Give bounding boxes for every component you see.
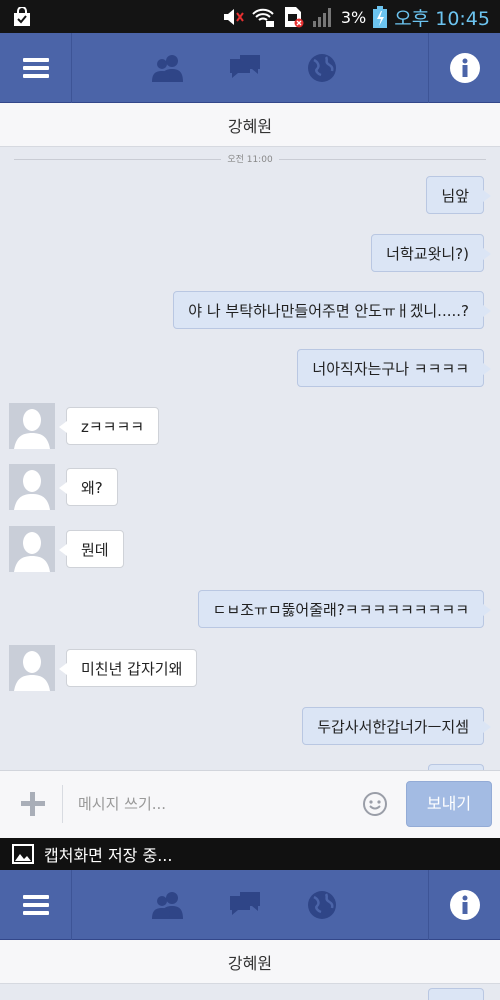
default-profile-icon [9,526,55,572]
hamburger-icon [22,895,49,915]
message-input[interactable] [66,785,356,823]
message-bubble-sent[interactable]: 야 나 부탁하나만들어주면 안도ㅠㅐ겠니.....? [173,291,491,329]
signal-icon [312,8,331,27]
friends-tab[interactable] [150,51,186,85]
globe-icon [308,54,336,82]
composer-divider [62,785,63,823]
default-profile-icon [9,645,55,691]
add-attachment-icon[interactable] [18,789,48,819]
sim-error-icon [284,7,304,28]
messages-tab[interactable] [227,888,263,922]
message-bubble-received[interactable]: 미친년 갑자기왜 [58,649,198,687]
hamburger-icon [22,58,49,78]
friends-tab[interactable] [150,888,186,922]
status-time: 오후 10:45 [394,7,490,30]
default-profile-icon [9,403,55,449]
globe-tab[interactable] [304,51,340,85]
app-bar-duplicate [0,870,500,940]
timestamp-label: 오전 11:00 [221,152,279,165]
screenshot-notification: 캡처화면 저장 중... [0,838,500,870]
message-bubble-sent[interactable]: 두갑사서한갑너가ㅡ지셈 [302,707,491,745]
battery-charging-icon [373,6,388,28]
menu-button[interactable] [0,33,72,103]
app-bar [0,33,500,103]
globe-icon [308,891,336,919]
timestamp-divider: 오전 11:00 [0,152,500,166]
notification-text: 캡처화면 저장 중... [44,846,173,865]
message-composer: 보내기 [0,770,500,838]
info-icon [449,53,480,83]
message-bubble-sent[interactable]: 님앞 [426,176,491,214]
info-button[interactable] [428,870,500,940]
image-icon [12,844,34,864]
status-bar: 3% 오후 10:45 [0,0,500,33]
info-button[interactable] [428,33,500,103]
friends-icon [152,55,183,82]
message-bubble-partial[interactable] [428,988,484,1000]
friends-icon [152,892,183,919]
info-icon [449,890,480,920]
volume-muted-icon [223,9,244,25]
messages-icon [230,892,260,915]
message-bubble-sent[interactable]: ㄷㅂ조ㅠㅁ뚫어줄래?ㅋㅋㅋㅋㅋㅋㅋㅋㅋ [197,590,492,628]
globe-tab[interactable] [304,888,340,922]
wifi-locked-icon [252,8,274,27]
conversation-title-duplicate: 강혜원 [0,940,500,984]
default-profile-icon [9,464,55,510]
send-button[interactable]: 보내기 [406,781,492,827]
message-bubble-received[interactable]: 왜? [59,468,118,506]
avatar[interactable] [9,403,55,449]
menu-button[interactable] [0,870,72,940]
message-bubble-sent[interactable]: 너아직자는구나 ㅋㅋㅋㅋ [297,349,491,387]
message-bubble-received[interactable]: zㅋㅋㅋㅋ [58,407,160,445]
message-bubble-sent[interactable]: 너학교왓니?) [371,234,491,272]
messages-tab[interactable] [227,51,263,85]
emoji-icon[interactable] [362,791,388,817]
battery-percent: 3% [340,7,367,27]
conversation-title: 강혜원 [0,103,500,147]
message-bubble-received[interactable]: 뭔데 [59,530,124,568]
avatar[interactable] [9,526,55,572]
message-list[interactable]: 오전 11:00 님앞 너학교왓니?) 야 나 부탁하나만들어주면 안도ㅠㅐ겠니… [0,146,500,770]
messages-icon [230,55,260,78]
avatar[interactable] [9,645,55,691]
avatar[interactable] [9,464,55,510]
shopping-bag-icon [14,7,30,26]
